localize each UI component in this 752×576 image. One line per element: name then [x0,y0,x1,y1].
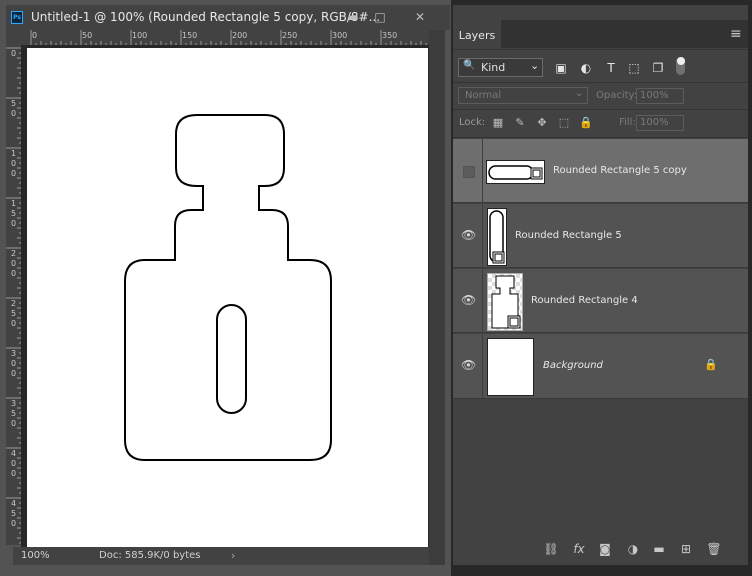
vertical-scrollbar[interactable] [429,30,445,565]
ruler-label: 1 0 0 [11,149,17,178]
ruler-label: 0 [11,49,17,58]
opacity-label: Opacity: [596,90,638,101]
visibility-toggle[interactable]: 👁 [453,204,483,268]
smart-object-filter-icon[interactable]: ❐ [650,60,666,76]
add-mask-icon[interactable]: ◙ [596,541,614,557]
zoom-level[interactable]: 100% [21,550,50,561]
ruler-label: 2 0 0 [11,249,17,278]
close-icon[interactable]: ✕ [408,8,432,26]
layer-row-rounded-rectangle-4[interactable]: 👁 Rounded Rectangle 4 [453,269,748,333]
bottle-shape-artwork[interactable] [27,48,428,548]
link-layers-icon[interactable]: ⛓ [542,541,560,557]
vertical-ruler[interactable]: 0 5 0 1 0 0 1 5 0 2 0 0 2 5 0 3 0 0 3 5 … [6,45,21,545]
ruler-label: 250 [282,31,298,40]
layer-name[interactable]: Rounded Rectangle 4 [531,295,638,306]
document-window: Ps Untitled-1 @ 100% (Rounded Rectangle … [0,0,451,576]
new-group-icon[interactable]: ▬ [650,541,668,557]
layer-thumbnail [486,160,545,184]
filter-kind-select[interactable]: 🔍 Kind ⌄ [458,58,543,77]
visibility-toggle[interactable] [453,139,483,203]
divider [453,49,748,50]
ruler-label: 350 [382,31,398,40]
ruler-label: 300 [332,31,348,40]
layer-name[interactable]: Background [543,360,603,371]
layer-name[interactable]: Rounded Rectangle 5 copy [553,165,687,176]
lock-all-icon[interactable]: 🔒 [579,116,593,130]
fill-field[interactable]: 100% [636,115,684,131]
chevron-down-icon: ⌄ [575,88,584,99]
minimize-icon[interactable]: ▬ [341,8,365,26]
ruler-label: 50 [82,31,93,40]
eye-icon: 👁 [461,228,477,242]
layer-thumbnail [487,338,534,396]
ruler-ticks-top [30,30,427,45]
layer-name[interactable]: Rounded Rectangle 5 [515,230,622,241]
lock-image-pixels-icon[interactable]: ✎ [513,116,527,130]
maximize-icon[interactable]: □ [368,8,392,26]
layer-thumbnail [487,273,523,331]
layer-row-rounded-rectangle-5-copy[interactable]: Rounded Rectangle 5 copy [453,139,748,203]
fill-label: Fill: [619,117,636,128]
type-filter-icon[interactable]: T [603,60,619,76]
fill-value: 100% [640,117,669,128]
layer-row-background[interactable]: 👁 Background 🔒 [453,334,748,399]
horizontal-ruler[interactable]: 0 50 100 150 200 250 300 350 [13,30,429,45]
lock-position-icon[interactable]: ✥ [535,116,549,130]
divider [453,82,748,83]
filter-toggle-knob [677,57,685,65]
blend-mode-select[interactable]: Normal ⌄ [458,87,588,104]
search-icon: 🔍 [463,60,476,71]
photoshop-app-icon: Ps [11,11,23,24]
adjustment-layer-icon[interactable]: ◑ [624,541,642,557]
image-filter-icon[interactable]: ▣ [553,60,569,76]
ruler-label: 100 [132,31,148,40]
shape-filter-icon[interactable]: ⬚ [626,60,642,76]
document-info: Doc: 585.9K/0 bytes [99,550,201,561]
layer-row-rounded-rectangle-5[interactable]: 👁 Rounded Rectangle 5 [453,204,748,268]
divider [453,109,748,110]
delete-layer-icon[interactable]: 🗑 [705,541,723,557]
opacity-value: 100% [640,90,669,101]
visibility-toggle[interactable]: 👁 [453,269,483,333]
filter-kind-value: Kind [481,61,506,74]
eye-icon: 👁 [461,293,477,307]
ruler-label: 1 5 0 [11,199,17,228]
adjustment-filter-icon[interactable]: ◐ [578,60,594,76]
ruler-label: 3 0 0 [11,349,17,378]
opacity-field[interactable]: 100% [636,88,684,104]
ruler-label: 5 0 [11,99,17,118]
ruler-label: 3 5 0 [11,399,17,428]
document-title-bar[interactable]: Ps Untitled-1 @ 100% (Rounded Rectangle … [6,5,450,30]
ruler-label: 150 [182,31,198,40]
status-menu-arrow-icon[interactable]: › [231,549,235,562]
lock-label: Lock: [459,117,486,128]
visibility-off-box [463,166,475,178]
layer-style-fx-icon[interactable]: fx [570,541,588,557]
ruler-label: 4 0 0 [11,449,17,478]
chevron-down-icon: ⌄ [530,59,540,72]
status-bar: 100% Doc: 585.9K/0 bytes › [13,547,429,565]
ruler-label: 4 5 0 [11,499,17,528]
new-layer-icon[interactable]: ⊞ [677,541,695,557]
ruler-label: 2 5 0 [11,299,17,328]
layer-thumbnail [487,208,507,266]
visibility-toggle[interactable]: 👁 [453,334,483,398]
document-canvas[interactable] [27,48,428,548]
blend-mode-value: Normal [465,90,502,101]
ruler-label: 0 [32,31,38,40]
ruler-label: 200 [232,31,248,40]
layer-lock-icon[interactable]: 🔒 [704,358,718,371]
document-title: Untitled-1 @ 100% (Rounded Rectangle 5 c… [31,10,381,24]
lock-artboard-icon[interactable]: ⬚ [557,116,571,130]
eye-icon: 👁 [461,358,477,372]
divider [453,137,748,138]
lock-transparent-pixels-icon[interactable]: ▦ [491,116,505,130]
panel-menu-icon[interactable]: ≡ [730,26,742,42]
tab-layers[interactable]: Layers [453,20,501,51]
bottle-label-slot [216,304,247,414]
layers-panel: Layers ≡ 🔍 Kind ⌄ ▣ ◐ T ⬚ ❐ Normal ⌄ Opa… [453,5,748,565]
